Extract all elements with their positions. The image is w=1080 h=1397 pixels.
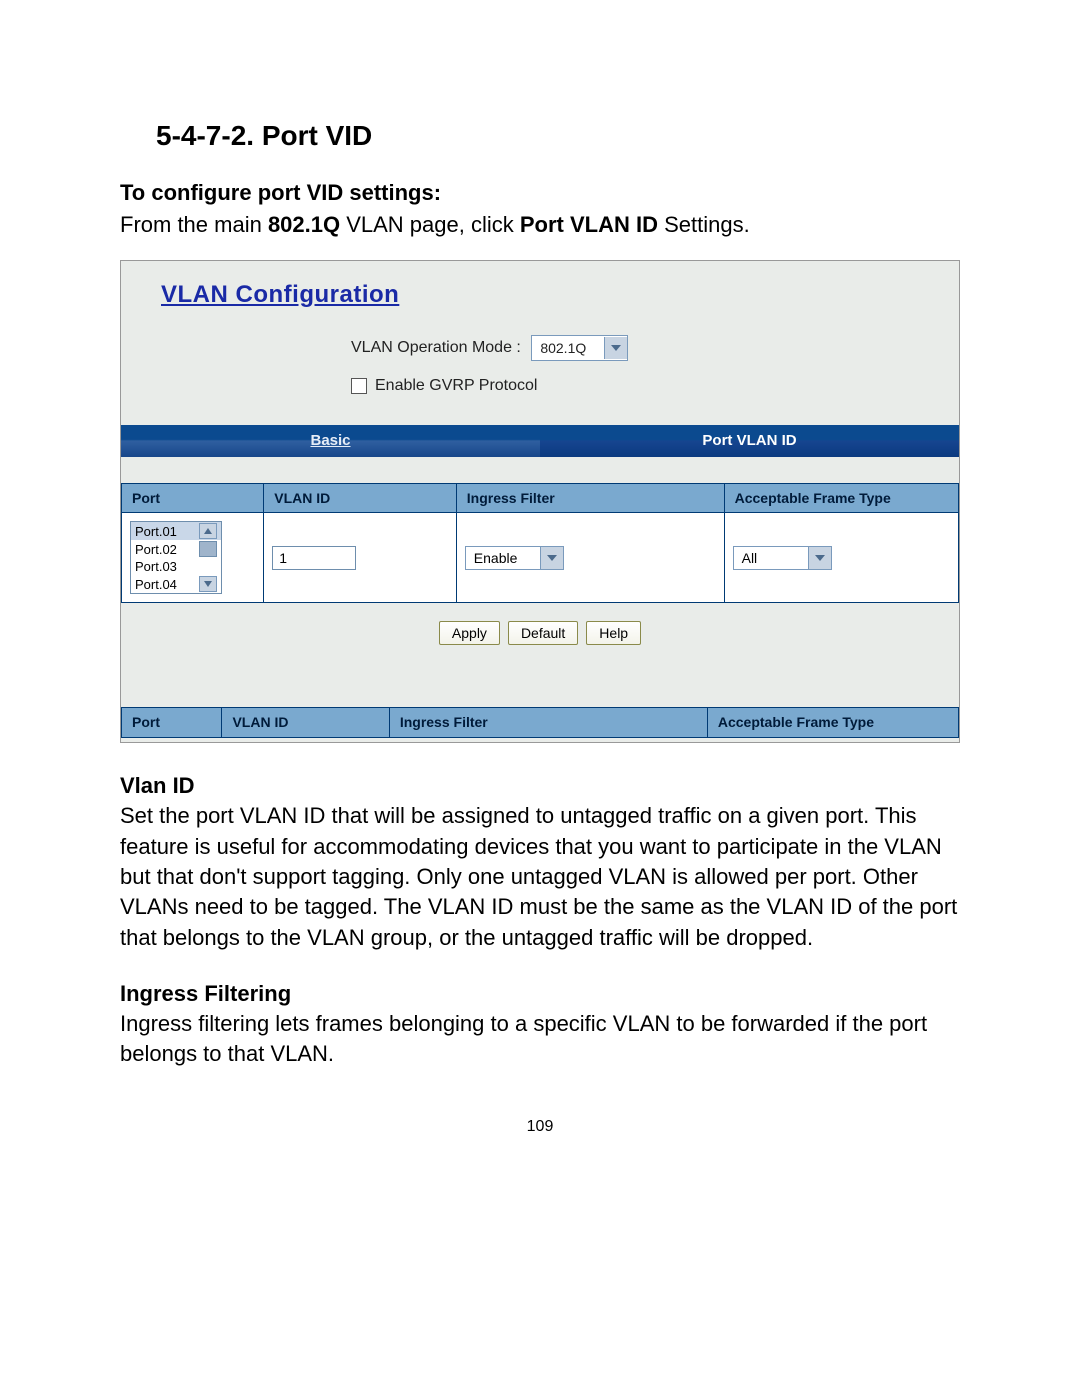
col-vlan-id: VLAN ID [264,483,457,513]
button-row: Apply Default Help [121,603,959,681]
panel-title: VLAN Configuration [161,281,399,308]
port-option: Port.04 [135,577,177,592]
tab-bar: Basic Port VLAN ID [121,425,959,457]
port-option: Port.01 [135,524,177,539]
chevron-down-icon[interactable] [604,337,627,359]
intro-text: From the main [120,212,268,237]
intro-bold-1: 802.1Q [268,212,340,237]
frame-type-select[interactable]: All [733,546,832,570]
col-port: Port [122,708,222,738]
intro-paragraph: From the main 802.1Q VLAN page, click Po… [120,210,960,240]
screenshot-vlan-config: VLAN Configuration VLAN Operation Mode :… [120,260,960,744]
vlan-operation-mode-row: VLAN Operation Mode : 802.1Q [351,335,959,361]
tab-port-vlan-id[interactable]: Port VLAN ID [540,425,959,457]
intro-bold-2: Port VLAN ID [520,212,658,237]
section-heading: 5-4-7-2. Port VID [156,120,960,152]
vlan-operation-mode-label: VLAN Operation Mode : [351,339,521,356]
vlan-id-paragraph: Set the port VLAN ID that will be assign… [120,801,960,953]
ingress-filter-select[interactable]: Enable [465,546,564,570]
list-item[interactable]: Port.03 [131,558,221,575]
ingress-subheading: Ingress Filtering [120,981,960,1007]
vlan-id-input[interactable] [272,546,356,570]
list-item[interactable]: Port.01 [131,522,221,540]
ingress-paragraph: Ingress filtering lets frames belonging … [120,1009,960,1070]
list-item[interactable]: Port.04 [131,575,221,593]
chevron-down-icon[interactable] [808,547,831,569]
port-vid-table: Port VLAN ID Ingress Filter Acceptable F… [121,483,959,604]
port-vid-summary-table: Port VLAN ID Ingress Filter Acceptable F… [121,707,959,738]
table-row: Port.01 Port.02 Port.03 Port [122,513,959,603]
intro-subheading: To configure port VID settings: [120,180,960,206]
scroll-thumb-icon[interactable] [199,541,217,557]
page-number: 109 [120,1118,960,1136]
scroll-up-icon[interactable] [199,523,217,539]
vlan-operation-mode-value: 802.1Q [532,340,604,356]
col-frame-type: Acceptable Frame Type [707,708,958,738]
tab-basic[interactable]: Basic [121,425,540,457]
ingress-filter-value: Enable [466,550,540,566]
enable-gvrp-label: Enable GVRP Protocol [375,377,537,395]
intro-text: VLAN page, click [340,212,520,237]
col-port: Port [122,483,264,513]
port-listbox[interactable]: Port.01 Port.02 Port.03 Port [130,521,222,594]
help-button[interactable]: Help [586,621,641,645]
enable-gvrp-row: Enable GVRP Protocol [351,377,959,395]
apply-button[interactable]: Apply [439,621,500,645]
intro-text: Settings. [658,212,750,237]
col-ingress: Ingress Filter [389,708,707,738]
scroll-down-icon[interactable] [199,576,217,592]
chevron-down-icon[interactable] [540,547,563,569]
col-ingress: Ingress Filter [456,483,724,513]
port-option: Port.02 [135,542,177,557]
vlan-operation-mode-select[interactable]: 802.1Q [531,335,628,361]
default-button[interactable]: Default [508,621,578,645]
port-option: Port.03 [135,559,177,574]
list-item[interactable]: Port.02 [131,540,221,558]
enable-gvrp-checkbox[interactable] [351,378,367,394]
col-vlan-id: VLAN ID [222,708,389,738]
vlan-id-subheading: Vlan ID [120,773,960,799]
frame-type-value: All [734,550,808,566]
col-frame-type: Acceptable Frame Type [724,483,958,513]
